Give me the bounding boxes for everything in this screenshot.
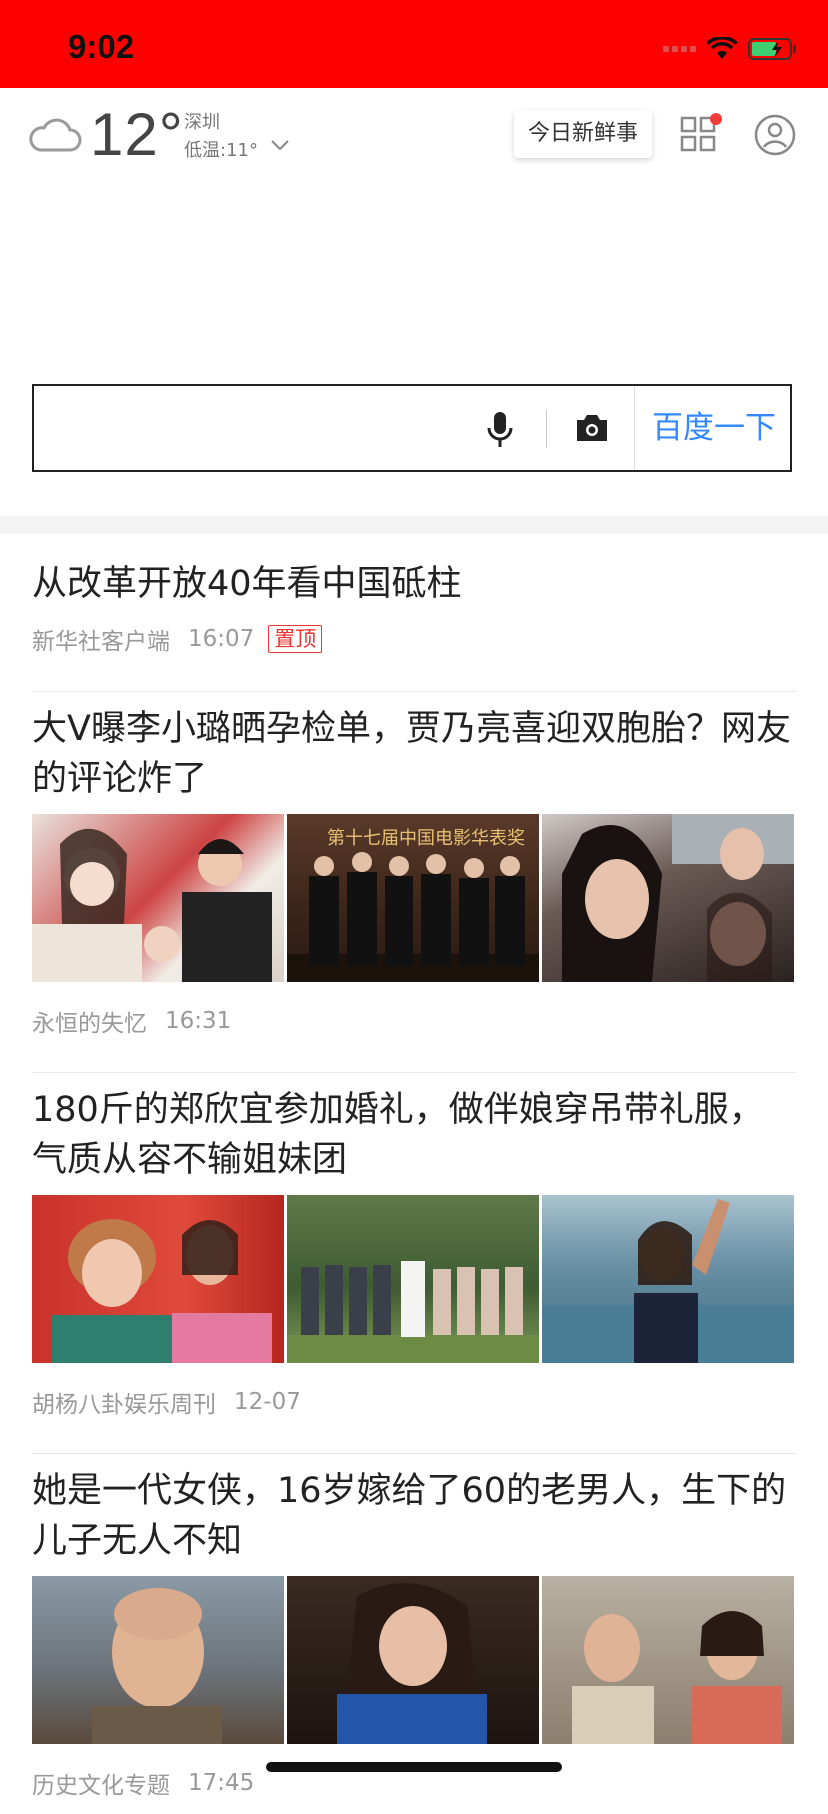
section-divider: [0, 516, 828, 534]
news-item[interactable]: 从改革开放40年看中国砥柱 新华社客户端 16:07 置顶: [32, 534, 796, 692]
fresh-news-button[interactable]: 今日新鲜事: [514, 110, 652, 158]
photo-placeholder: [337, 1583, 487, 1744]
notification-dot: [710, 113, 722, 125]
news-title[interactable]: 180斤的郑欣宜参加婚礼，做伴娘穿吊带礼服，气质从容不输姐妹团: [32, 1073, 796, 1185]
photo-placeholder: [52, 1219, 272, 1363]
news-source: 历史文化专题: [32, 1773, 170, 1799]
news-item[interactable]: 大V曝李小璐晒孕检单，贾乃亮喜迎双胞胎？网友的评论炸了 第十七届中国电影华表奖 …: [32, 692, 796, 1073]
news-thumbnail[interactable]: [32, 1576, 284, 1744]
wifi-icon: [706, 37, 738, 59]
thumbnail-overlay-text: 第十七届中国电影华表奖: [327, 828, 525, 849]
photo-placeholder: [562, 814, 794, 982]
signal-icon: [663, 46, 696, 52]
news-thumbnail[interactable]: [32, 814, 284, 982]
photo-placeholder: [92, 1588, 222, 1744]
news-thumbnail[interactable]: [542, 1195, 794, 1363]
microphone-icon[interactable]: [486, 410, 514, 450]
search-box[interactable]: 百度一下: [32, 384, 792, 472]
news-thumbnails[interactable]: 第十七届中国电影华表奖: [32, 814, 796, 982]
news-source: 新华社客户端: [32, 629, 170, 655]
search-button-separator: [634, 386, 635, 470]
news-feed: 从改革开放40年看中国砥柱 新华社客户端 16:07 置顶 大V曝李小璐晒孕检单…: [32, 534, 796, 1814]
status-icons: [663, 34, 798, 64]
camera-icon[interactable]: [574, 412, 610, 444]
news-time: 16:07: [188, 626, 255, 652]
home-indicator[interactable]: [266, 1762, 562, 1772]
pinned-tag: 置顶: [268, 625, 323, 653]
news-thumbnail[interactable]: 第十七届中国电影华表奖: [287, 814, 539, 982]
news-thumbnails[interactable]: [32, 1576, 796, 1744]
news-thumbnail[interactable]: [287, 1576, 539, 1744]
photo-placeholder: [32, 828, 272, 982]
news-source: 胡杨八卦娱乐周刊: [32, 1392, 216, 1418]
news-time: 16:31: [165, 1008, 232, 1034]
news-item[interactable]: 180斤的郑欣宜参加婚礼，做伴娘穿吊带礼服，气质从容不输姐妹团 胡杨八卦娱乐周刊…: [32, 1073, 796, 1454]
news-meta: 永恒的失忆 16:31: [32, 1004, 796, 1038]
chevron-down-icon[interactable]: [270, 138, 290, 152]
news-thumbnail[interactable]: [32, 1195, 284, 1363]
cloud-icon: [29, 118, 82, 152]
photo-placeholder: [287, 1261, 539, 1363]
search-separator: [546, 410, 547, 448]
battery-icon: [748, 38, 796, 60]
news-title[interactable]: 大V曝李小璐晒孕检单，贾乃亮喜迎双胞胎？网友的评论炸了: [32, 692, 796, 804]
photo-placeholder: [572, 1611, 782, 1744]
news-thumbnail[interactable]: [542, 1576, 794, 1744]
news-time: 17:45: [188, 1770, 255, 1796]
news-thumbnail[interactable]: [542, 814, 794, 982]
low-temperature: 低温:11°: [184, 140, 258, 161]
news-meta: 胡杨八卦娱乐周刊 12-07: [32, 1385, 796, 1419]
city-name: 深圳: [184, 112, 220, 133]
temperature: 12°: [90, 101, 184, 168]
news-thumbnails[interactable]: [32, 1195, 796, 1363]
news-thumbnail[interactable]: [287, 1195, 539, 1363]
weather-widget[interactable]: 12° 深圳 低温:11°: [28, 101, 328, 168]
user-avatar-icon[interactable]: [754, 114, 796, 156]
news-title[interactable]: 她是一代女侠，16岁嫁给了60的老男人，生下的儿子无人不知: [32, 1454, 796, 1566]
search-button[interactable]: 百度一下: [638, 386, 790, 470]
status-bar: 9:02: [0, 0, 828, 88]
news-source: 永恒的失忆: [32, 1011, 147, 1037]
news-meta: 新华社客户端 16:07 置顶: [32, 622, 796, 656]
news-time: 12-07: [234, 1389, 301, 1415]
news-title[interactable]: 从改革开放40年看中国砥柱: [32, 534, 796, 609]
photo-placeholder: [542, 1199, 794, 1363]
status-time: 9:02: [68, 28, 135, 65]
news-item[interactable]: 她是一代女侠，16岁嫁给了60的老男人，生下的儿子无人不知 历史文化专题 17:…: [32, 1454, 796, 1814]
